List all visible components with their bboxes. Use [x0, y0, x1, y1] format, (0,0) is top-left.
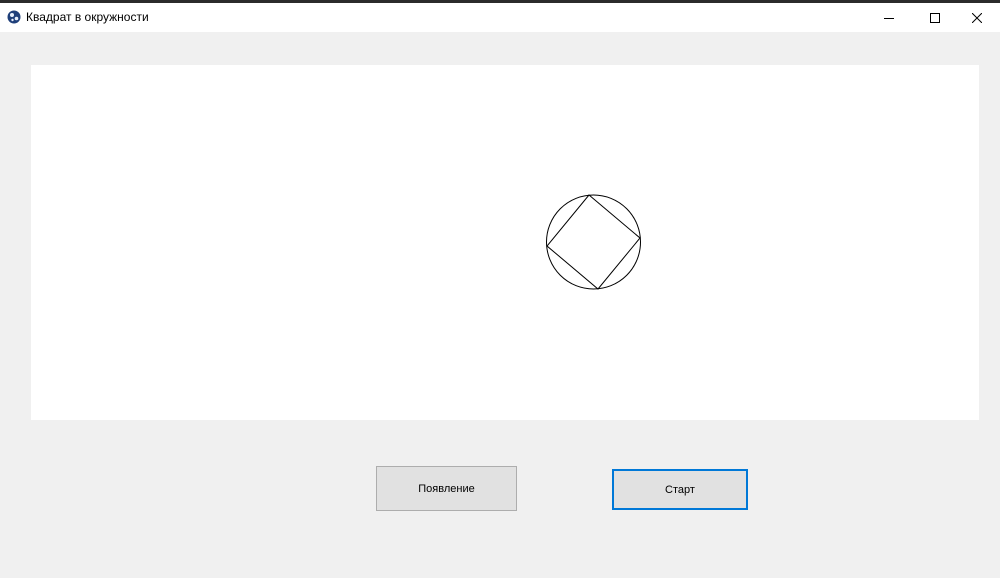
start-button[interactable]: Старт [612, 469, 748, 510]
drawing-canvas [31, 65, 979, 420]
maximize-icon [930, 12, 940, 23]
window-title: Квадрат в окружности [26, 10, 149, 24]
minimize-button[interactable] [866, 3, 912, 32]
app-globe-icon [7, 10, 21, 24]
minimize-icon [884, 17, 894, 19]
circle-shape [546, 194, 641, 290]
drawing-surface [546, 194, 641, 290]
close-button[interactable] [954, 3, 1000, 32]
title-bar: Квадрат в окружности [0, 3, 1000, 32]
square-shape [546, 194, 641, 290]
close-icon [972, 12, 982, 23]
appear-button[interactable]: Появление [376, 466, 517, 511]
maximize-button[interactable] [912, 3, 958, 32]
